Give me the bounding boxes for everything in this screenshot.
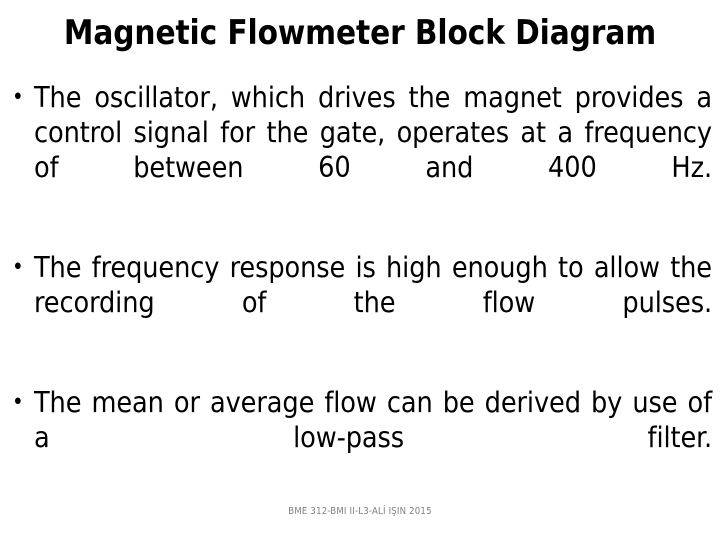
bullet-dot-icon: •	[12, 390, 24, 415]
slide-title: Magnetic Flowmeter Block Diagram	[63, 13, 657, 53]
slide-footer: BME 312-BMI II-L3-ALİ IŞIN 2015	[288, 506, 432, 517]
bullet-dot-icon: •	[12, 255, 24, 280]
list-item: • The mean or average flow can be derive…	[8, 385, 712, 490]
list-item: • The oscillator, which drives the magne…	[8, 80, 712, 220]
list-item-text: The frequency response is high enough to…	[34, 251, 712, 319]
bullet-dot-icon: •	[12, 85, 24, 110]
list-item: • The frequency response is high enough …	[8, 250, 712, 355]
bullet-list: • The oscillator, which drives the magne…	[8, 80, 712, 490]
slide-body: • The oscillator, which drives the magne…	[8, 80, 712, 500]
list-item-text: The mean or average flow can be derived …	[34, 386, 712, 454]
presentation-slide: Magnetic Flowmeter Block Diagram • The o…	[0, 0, 720, 540]
list-item-text: The oscillator, which drives the magnet …	[34, 81, 712, 184]
